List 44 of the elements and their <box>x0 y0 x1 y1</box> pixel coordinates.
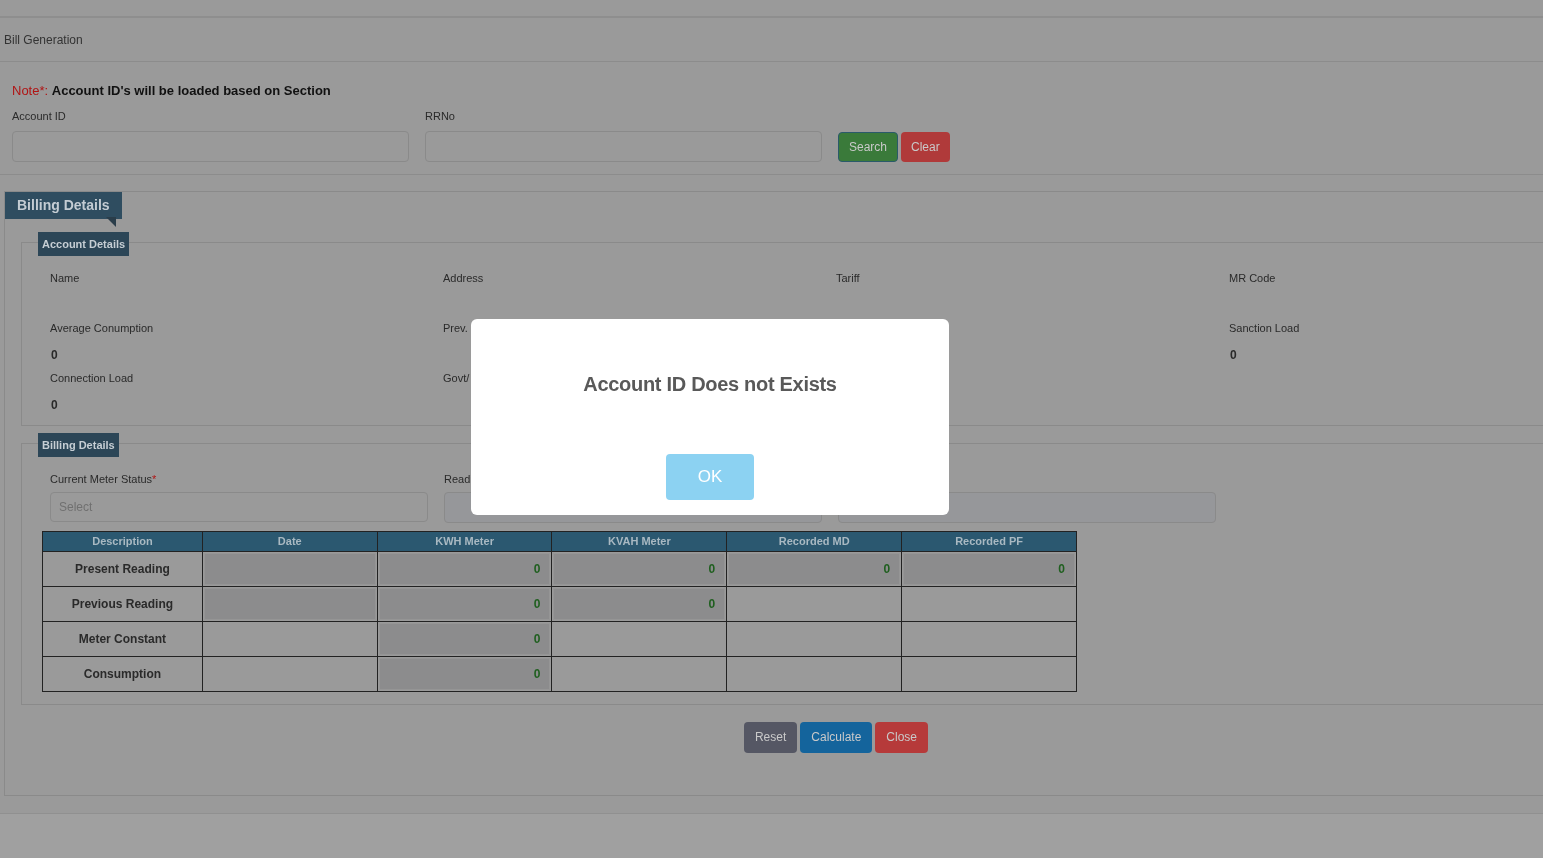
field-value: 0 <box>50 347 58 364</box>
field-label: Govt/ <box>443 370 470 386</box>
field-label: Average Conumption <box>50 320 154 336</box>
table-input-field[interactable]: 0 <box>903 552 1075 585</box>
field-label: Connection Load <box>50 370 134 386</box>
field-label: RRNo <box>425 109 456 124</box>
table-input-field[interactable] <box>203 587 376 620</box>
table-input-field[interactable]: 0 <box>728 552 901 585</box>
calculate-button[interactable]: Calculate <box>800 721 873 753</box>
field-value: 0 <box>1229 347 1237 364</box>
field-label: Name <box>50 270 80 286</box>
field-label: MR Code <box>1229 270 1276 286</box>
table-cell: Consumption <box>42 656 203 691</box>
field-label: Prev. <box>443 320 468 336</box>
table-input-field[interactable]: 0 <box>378 657 551 690</box>
table-input-field[interactable]: 0 <box>553 587 726 620</box>
column-header: Description <box>42 531 203 551</box>
page-title: Bill Generation <box>4 31 83 49</box>
reset-button[interactable]: Reset <box>743 721 798 753</box>
field-label: Tariff <box>836 270 860 286</box>
clear-button[interactable]: Clear <box>901 131 950 162</box>
field-label: Address <box>443 270 484 286</box>
ok-button[interactable]: OK <box>666 454 754 500</box>
field-value: 0 <box>50 397 58 414</box>
table-input-field[interactable]: 0 <box>378 622 551 655</box>
alert-message: Account ID Does not Exists <box>583 372 837 397</box>
column-header: Date <box>202 531 378 551</box>
field-label: Sanction Load <box>1229 320 1300 336</box>
table-input-field[interactable]: 0 <box>378 587 551 620</box>
field-label: Account ID <box>12 109 67 124</box>
search-button[interactable]: Search <box>838 131 899 162</box>
close-button[interactable]: Close <box>875 721 929 753</box>
column-header: KVAH Meter <box>552 531 727 551</box>
field-label: Current Meter Status* <box>50 471 157 484</box>
table-input-field[interactable]: 0 <box>553 552 726 585</box>
note-text: Note*: Account ID's will be loaded based on Section <box>12 82 331 100</box>
table-input-field[interactable] <box>203 552 376 585</box>
column-header: Recorded MD <box>726 531 902 551</box>
column-header: Recorded PF <box>901 531 1077 551</box>
table-input-field[interactable]: 0 <box>378 552 551 585</box>
column-header: KWH Meter <box>377 531 552 551</box>
table-cell: Previous Reading <box>42 586 203 621</box>
table-cell: Meter Constant <box>42 621 203 656</box>
table-cell: Present Reading <box>42 551 203 586</box>
